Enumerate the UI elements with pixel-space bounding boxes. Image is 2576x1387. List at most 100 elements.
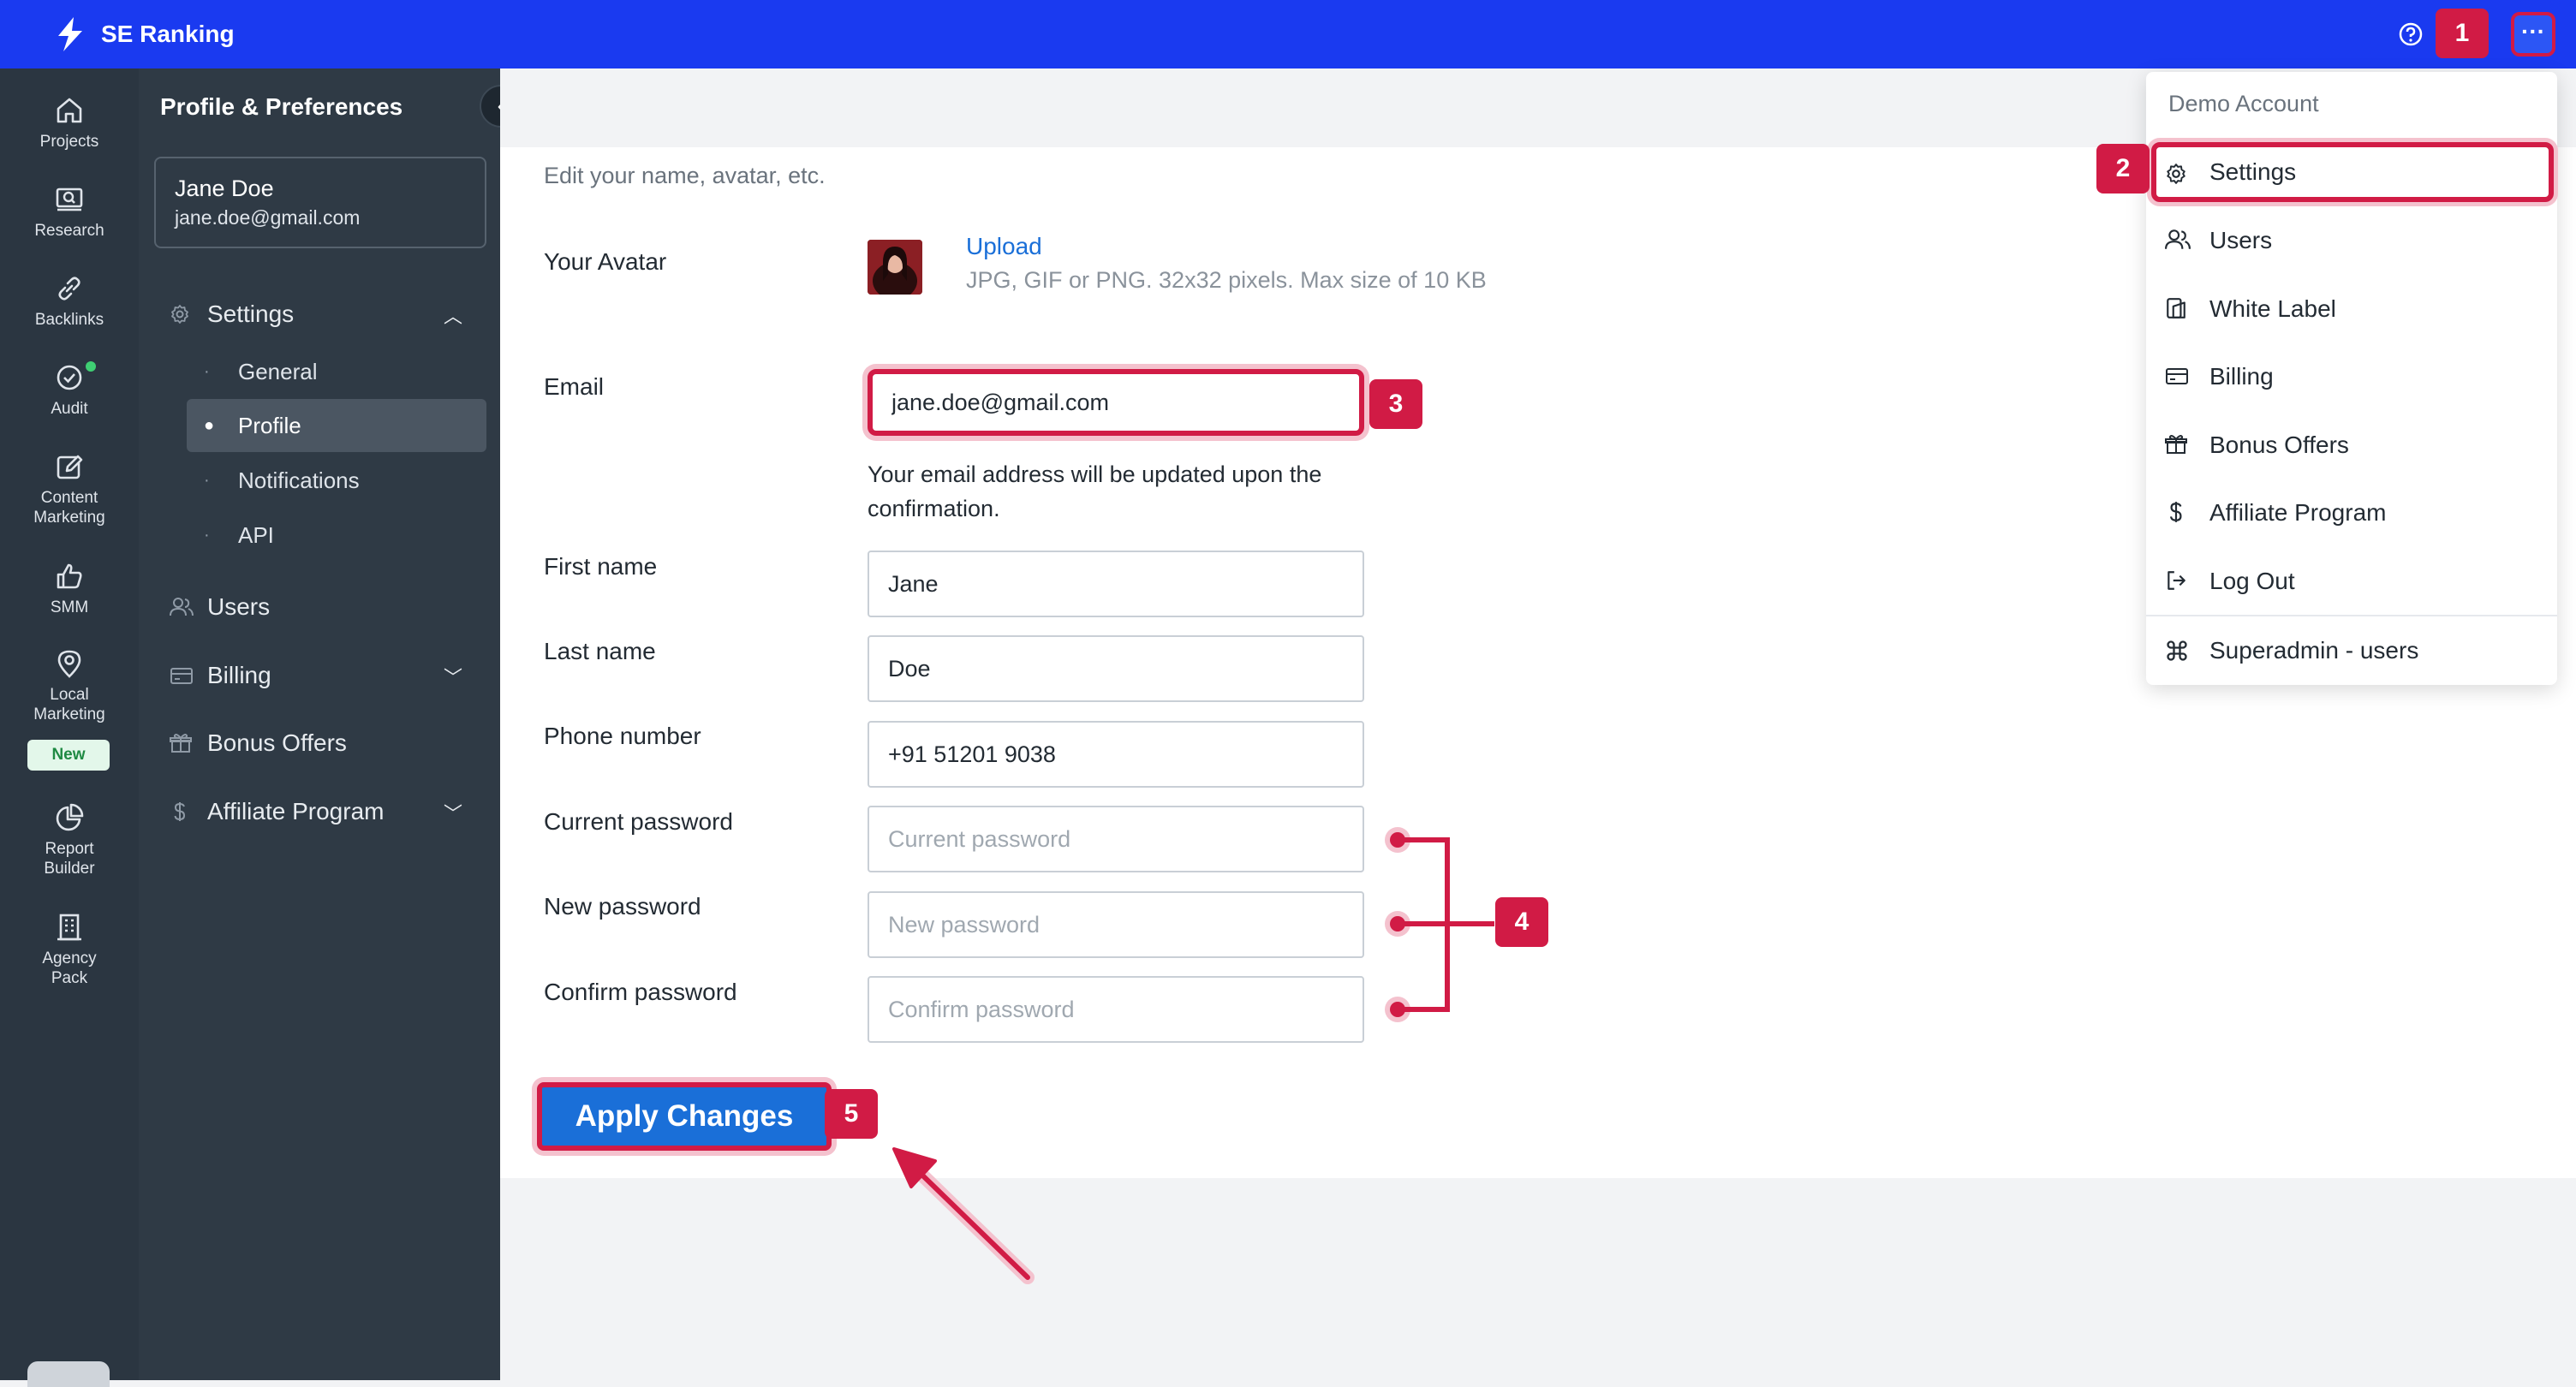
user-avatar-partial[interactable] — [27, 1361, 110, 1387]
building-icon — [57, 914, 81, 941]
new-password-field[interactable] — [868, 891, 1364, 958]
dropdown-item-settings[interactable]: Settings — [2151, 142, 2554, 202]
annotation-badge-1: 1 — [2436, 9, 2489, 58]
edit-icon — [57, 455, 83, 479]
rail-item-content-marketing[interactable]: Content Marketing — [0, 450, 139, 527]
help-icon[interactable] — [2397, 21, 2424, 48]
sidebar-item-label: Users — [207, 593, 271, 620]
dropdown-item-label: Log Out — [2209, 568, 2295, 594]
rail-label: Report Builder — [44, 840, 95, 878]
rail-label: Content Marketing — [33, 489, 105, 527]
rail-item-smm[interactable]: SMM — [0, 560, 139, 617]
dropdown-item-label: Superadmin - users — [2209, 637, 2419, 664]
thumbs-up-icon — [57, 563, 82, 589]
confirm-password-label: Confirm password — [544, 979, 737, 1005]
brand-name[interactable]: SE Ranking — [101, 17, 235, 51]
link-icon — [58, 277, 80, 301]
sidebar-title: Profile & Preferences — [160, 93, 403, 120]
upload-avatar-link[interactable]: Upload — [966, 233, 1042, 260]
credit-card-icon — [2166, 368, 2188, 384]
gift-icon — [170, 734, 192, 753]
rail-item-backlinks[interactable]: Backlinks — [0, 272, 139, 330]
dropdown-item-label: Billing — [2209, 363, 2274, 390]
pie-chart-icon — [56, 803, 84, 831]
phone-field[interactable] — [868, 721, 1364, 788]
avatar-label: Your Avatar — [544, 248, 667, 275]
audit-status-dot — [86, 361, 96, 372]
rail-label: Backlinks — [34, 311, 104, 329]
annotation-badge-2: 2 — [2096, 144, 2150, 193]
last-name-label: Last name — [544, 638, 656, 664]
users-icon — [170, 598, 194, 616]
gift-icon — [2165, 435, 2187, 454]
new-badge: New — [27, 740, 110, 771]
dropdown-item-white-label[interactable]: White Label — [2146, 276, 2557, 342]
dropdown-item-log-out[interactable]: Log Out — [2146, 548, 2557, 615]
se-ranking-logo-icon[interactable] — [50, 14, 91, 55]
rail-label: Research — [34, 222, 104, 240]
rail-item-local-marketing[interactable]: Local Marketing — [0, 647, 139, 724]
annotation-badge-4: 4 — [1495, 897, 1548, 947]
rail-item-audit[interactable]: Audit — [0, 361, 139, 419]
account-dropdown-menu: Demo Account Settings Users White Label … — [2146, 72, 2557, 685]
audit-check-icon — [57, 365, 82, 390]
dropdown-account-name: Demo Account — [2168, 91, 2319, 116]
email-label: Email — [544, 373, 605, 400]
rail-label: Local Marketing — [33, 686, 105, 723]
log-out-icon — [2168, 571, 2185, 590]
avatar-thumbnail — [868, 240, 922, 295]
new-password-label: New password — [544, 893, 701, 920]
dropdown-item-billing[interactable]: Billing — [2146, 343, 2557, 410]
white-label-icon — [2167, 298, 2185, 318]
last-name-field[interactable] — [868, 635, 1364, 702]
chevron-up-icon[interactable]: ︿ — [444, 301, 462, 329]
phone-label: Phone number — [544, 723, 701, 749]
sidebar-item-label: Affiliate Program — [207, 798, 385, 824]
apply-changes-button[interactable]: Apply Changes — [537, 1082, 832, 1151]
more-menu-button[interactable]: ··· — [2511, 12, 2555, 57]
dropdown-item-affiliate-program[interactable]: Affiliate Program — [2146, 479, 2557, 546]
chevron-down-icon[interactable]: ﹀ — [444, 663, 462, 690]
dropdown-item-users[interactable]: Users — [2146, 207, 2557, 274]
dropdown-item-label: Affiliate Program — [2209, 499, 2387, 526]
user-card[interactable]: Jane Doe jane.doe@gmail.com — [154, 157, 486, 248]
rail-label: Agency Pack — [42, 949, 97, 987]
chevron-down-icon[interactable]: ﹀ — [444, 799, 462, 826]
gear-icon — [171, 305, 188, 324]
rail-label: Projects — [39, 133, 99, 151]
email-note: Your email address will be updated upon … — [868, 461, 1322, 521]
annotation-badge-3: 3 — [1369, 379, 1422, 429]
sidebar-item-label: Settings — [207, 301, 295, 327]
first-name-field[interactable] — [868, 551, 1364, 617]
dropdown-item-superadmin-users[interactable]: Superadmin - users — [2146, 617, 2557, 684]
rail-item-research[interactable]: Research — [0, 183, 139, 241]
annotation-badge-5: 5 — [825, 1089, 878, 1139]
confirm-password-field[interactable] — [868, 976, 1364, 1043]
upload-hint: JPG, GIF or PNG. 32x32 pixels. Max size … — [966, 267, 1487, 293]
sidebar-subitem-general[interactable]: · General — [187, 345, 486, 398]
rail-item-projects[interactable]: Projects — [0, 94, 139, 152]
sidebar-subitem-profile[interactable]: ● Profile — [187, 399, 486, 452]
user-name: Jane Doe — [175, 176, 274, 201]
rail-item-report-builder[interactable]: Report Builder — [0, 801, 139, 878]
dollar-icon — [2169, 502, 2182, 522]
dropdown-item-label: Settings — [2209, 158, 2297, 185]
sidebar-item-label: Billing — [207, 662, 271, 688]
command-icon — [2167, 640, 2187, 661]
dropdown-item-label: Users — [2209, 227, 2273, 253]
users-icon — [2165, 229, 2191, 249]
map-pin-icon — [57, 650, 81, 678]
top-bar: SE Ranking ··· — [0, 0, 2576, 68]
credit-card-icon — [170, 668, 193, 684]
research-icon — [56, 188, 83, 211]
gear-icon — [2167, 164, 2185, 184]
sidebar-subitem-api[interactable]: · API — [187, 509, 486, 562]
dropdown-item-bonus-offers[interactable]: Bonus Offers — [2146, 412, 2557, 479]
email-field[interactable] — [868, 369, 1364, 436]
dollar-icon — [174, 802, 186, 821]
sidebar-subitem-notifications[interactable]: · Notifications — [187, 454, 486, 507]
dropdown-item-label: White Label — [2209, 295, 2336, 322]
rail-item-agency-pack[interactable]: Agency Pack — [0, 911, 139, 988]
user-email: jane.doe@gmail.com — [175, 206, 361, 229]
current-password-field[interactable] — [868, 806, 1364, 872]
